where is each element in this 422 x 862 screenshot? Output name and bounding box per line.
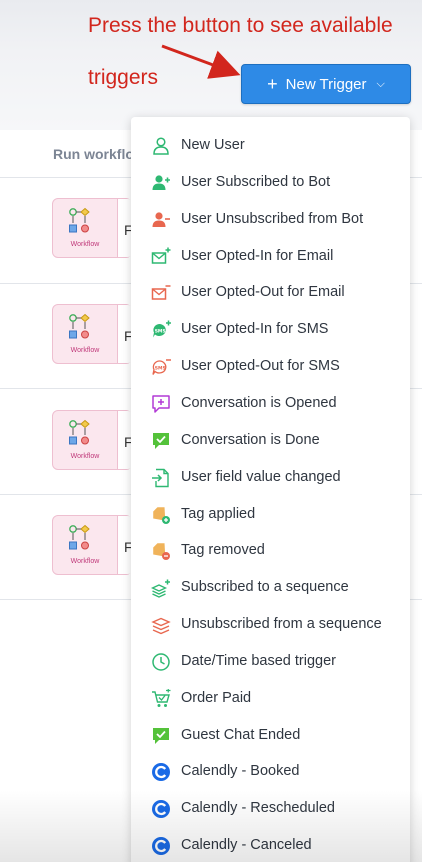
trigger-option-label: Calendly - Booked xyxy=(181,763,300,780)
new-trigger-label: New Trigger xyxy=(285,75,367,93)
trigger-option-label: Order Paid xyxy=(181,689,252,706)
trigger-option-label: User Opted-In for SMS xyxy=(181,321,329,338)
chevron-down-icon: ⌵ xyxy=(376,77,385,90)
calendly-icon xyxy=(151,762,171,782)
trigger-option-unsubscribed-from-a-sequence[interactable]: Unsubscribed from a sequence xyxy=(131,606,410,643)
trigger-option-date-time-based-trigger[interactable]: Date/Time based trigger xyxy=(131,643,410,680)
trigger-option-label: Guest Chat Ended xyxy=(181,726,301,743)
email-plus-icon xyxy=(151,247,171,267)
trigger-option-label: User Opted-In for Email xyxy=(181,247,334,264)
calendly-icon xyxy=(151,836,171,856)
trigger-option-conversation-is-opened[interactable]: Conversation is Opened xyxy=(131,385,410,422)
trigger-option-label: Conversation is Done xyxy=(181,431,320,448)
workflow-diagram-icon xyxy=(69,313,90,339)
user-outline-icon xyxy=(151,136,171,156)
trigger-option-label: New User xyxy=(181,137,245,153)
sequence-plus-icon xyxy=(150,578,171,598)
trigger-dropdown-menu: New User User Subscribed to Bot User Unsub… xyxy=(131,117,410,862)
workflow-card[interactable]: Workflow xyxy=(52,515,133,575)
trigger-option-user-opted-in-for-sms[interactable]: SMS User Opted-In for SMS xyxy=(131,311,410,348)
trigger-option-user-opted-out-for-sms[interactable]: SMS User Opted-Out for SMS xyxy=(131,348,410,385)
chat-check-icon xyxy=(151,726,171,746)
workflow-card[interactable]: Workflow xyxy=(52,198,133,258)
tag-plus-icon xyxy=(151,505,171,525)
clock-icon xyxy=(151,652,171,672)
trigger-option-label: Date/Time based trigger xyxy=(181,652,337,669)
workflow-card[interactable]: Workflow xyxy=(52,304,133,364)
svg-text:SMS: SMS xyxy=(155,329,166,335)
email-minus-icon xyxy=(151,283,171,303)
workflow-card[interactable]: Workflow xyxy=(52,410,133,470)
trigger-option-user-field-value-changed[interactable]: User field value changed xyxy=(131,459,410,496)
plus-icon: + xyxy=(267,73,278,94)
column-header-run-workflow: Run workflo xyxy=(53,146,134,162)
trigger-option-calendly-booked[interactable]: Calendly - Booked xyxy=(131,753,410,790)
trigger-option-label: Calendly - Canceled xyxy=(181,837,312,854)
sms-plus-icon: SMS xyxy=(151,320,171,340)
trigger-option-user-subscribed-to-bot[interactable]: User Subscribed to Bot xyxy=(131,164,410,201)
trigger-option-label: Conversation is Opened xyxy=(181,394,337,411)
trigger-option-calendly-rescheduled[interactable]: Calendly - Rescheduled xyxy=(131,790,410,827)
trigger-option-label: Tag removed xyxy=(181,542,265,559)
new-trigger-button[interactable]: + New Trigger ⌵ xyxy=(241,64,411,104)
chat-plus-icon xyxy=(151,394,171,414)
trigger-option-conversation-is-done[interactable]: Conversation is Done xyxy=(131,422,410,459)
trigger-option-label: User Subscribed to Bot xyxy=(181,173,331,190)
trigger-option-new-user[interactable]: New User xyxy=(131,127,410,164)
trigger-option-user-opted-in-for-email[interactable]: User Opted-In for Email xyxy=(131,238,410,275)
chat-check-icon xyxy=(151,431,171,451)
workflow-diagram-icon xyxy=(69,419,90,445)
workflow-diagram-icon xyxy=(69,524,90,550)
trigger-option-guest-chat-ended[interactable]: Guest Chat Ended xyxy=(131,717,410,754)
trigger-option-user-unsubscribed-from-bot[interactable]: User Unsubscribed from Bot xyxy=(131,201,410,238)
trigger-option-tag-applied[interactable]: Tag applied xyxy=(131,496,410,533)
workflow-card-label: Workflow xyxy=(70,558,100,565)
svg-text:SMS: SMS xyxy=(155,366,166,372)
trigger-option-tag-removed[interactable]: Tag removed xyxy=(131,532,410,569)
trigger-option-label: Unsubscribed from a sequence xyxy=(181,616,382,633)
trigger-option-calendly-canceled[interactable]: Calendly - Canceled xyxy=(131,827,410,862)
user-plus-icon xyxy=(151,173,171,193)
tag-minus-icon xyxy=(151,541,171,561)
cart-check-icon xyxy=(151,688,171,709)
sms-minus-icon: SMS xyxy=(151,357,171,377)
workflow-card-label: Workflow xyxy=(70,241,100,248)
trigger-option-label: Calendly - Rescheduled xyxy=(181,800,335,817)
workflow-card-label: Workflow xyxy=(70,347,100,354)
workflow-diagram-icon xyxy=(69,207,90,233)
trigger-option-label: User Unsubscribed from Bot xyxy=(181,210,364,227)
trigger-option-label: User field value changed xyxy=(181,468,341,485)
trigger-option-label: User Opted-Out for SMS xyxy=(181,358,340,375)
sequence-minus-icon xyxy=(151,615,171,635)
workflow-card-label: Workflow xyxy=(70,453,100,460)
trigger-option-label: Subscribed to a sequence xyxy=(181,579,349,596)
field-change-icon xyxy=(151,468,171,488)
trigger-option-user-opted-out-for-email[interactable]: User Opted-Out for Email xyxy=(131,274,410,311)
trigger-option-label: User Opted-Out for Email xyxy=(181,284,345,301)
trigger-option-subscribed-to-a-sequence[interactable]: Subscribed to a sequence xyxy=(131,569,410,606)
calendly-icon xyxy=(151,799,171,819)
user-minus-icon xyxy=(151,210,171,230)
trigger-option-label: Tag applied xyxy=(181,505,256,522)
trigger-option-order-paid[interactable]: Order Paid xyxy=(131,680,410,717)
